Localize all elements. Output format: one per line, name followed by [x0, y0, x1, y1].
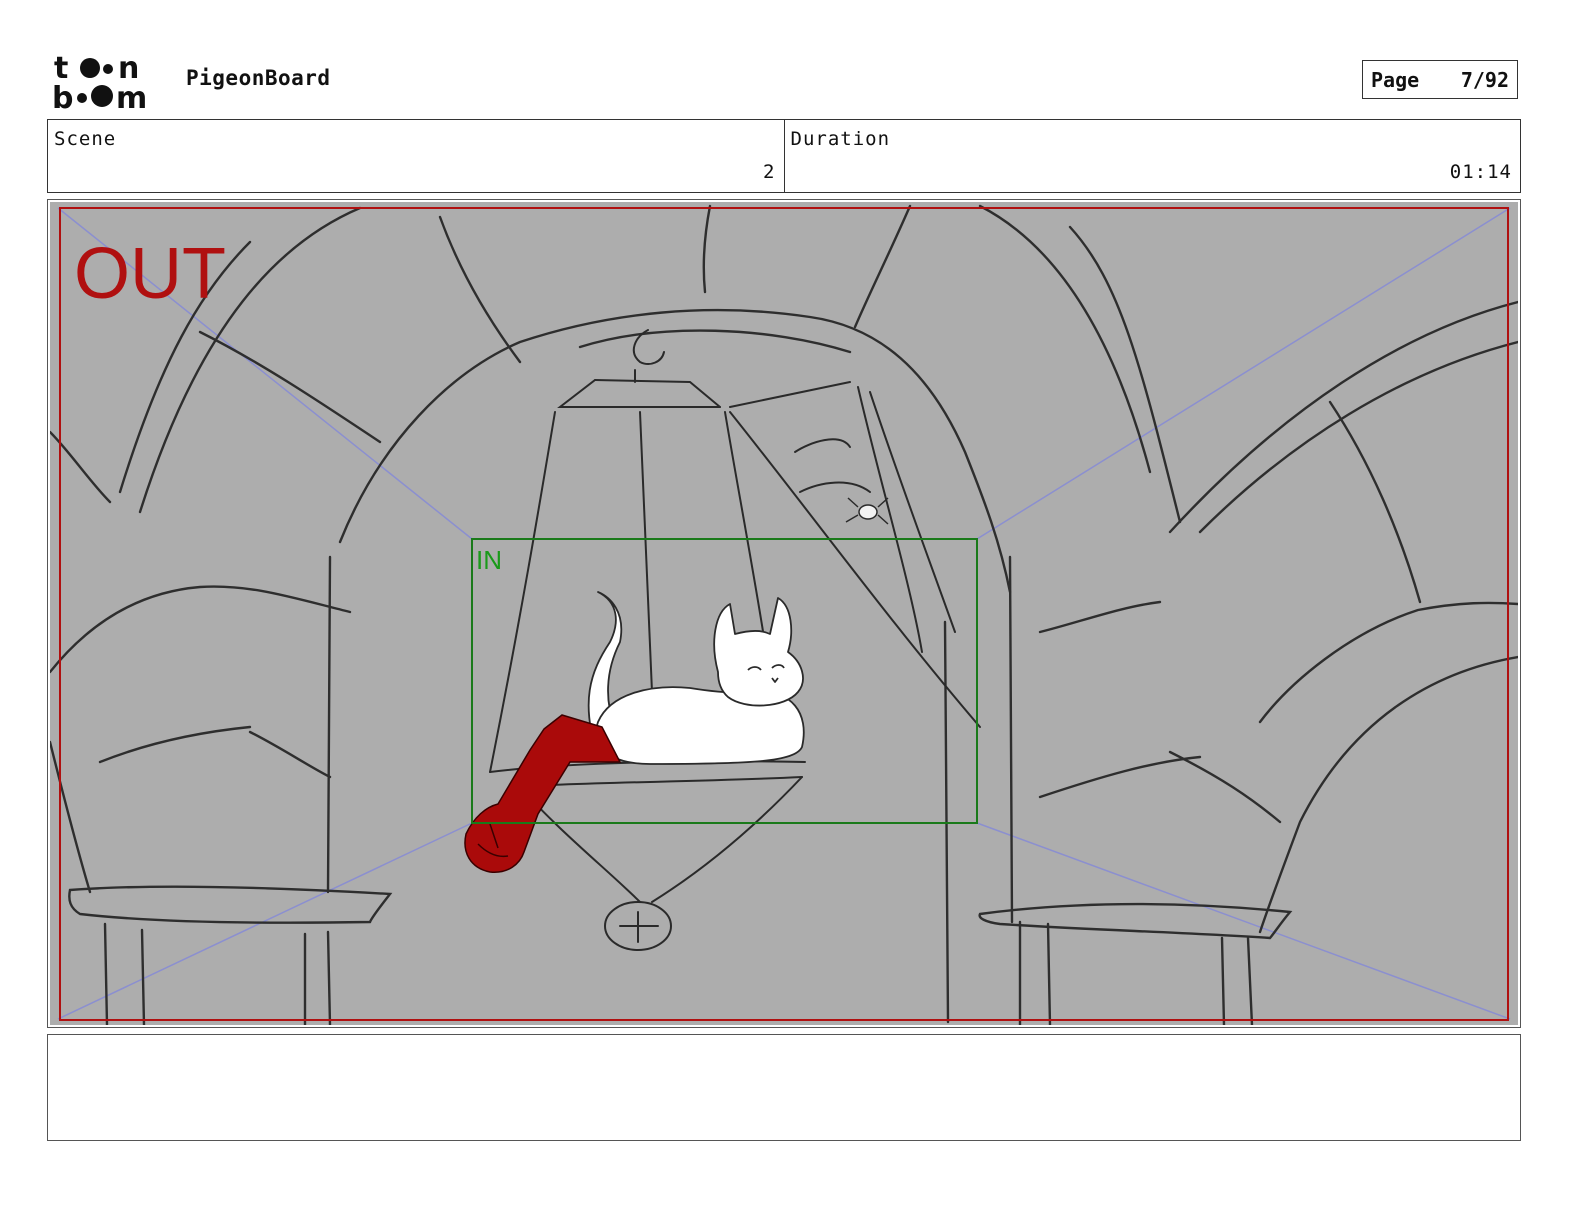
panel-drawing: OUT IN [50, 202, 1518, 1025]
app-title: PigeonBoard [186, 66, 331, 90]
scene-value: 2 [763, 161, 776, 183]
storyboard-panel[interactable]: OUT IN [47, 199, 1521, 1028]
duration-label: Duration [790, 128, 891, 150]
page-label: Page [1371, 67, 1420, 92]
duration-cell: Duration 01:14 [783, 120, 1521, 192]
toonboom-logo: t n b m [52, 50, 164, 116]
page-indicator: Page 7/92 [1362, 60, 1518, 99]
out-label: OUT [74, 234, 226, 314]
in-label: IN [476, 545, 502, 575]
scene-info-row: Scene 2 Duration 01:14 [47, 119, 1521, 193]
page-number: 7/92 [1460, 67, 1509, 92]
scene-cell: Scene 2 [48, 120, 784, 192]
scene-label: Scene [54, 128, 117, 150]
svg-text:b: b [52, 81, 73, 112]
duration-value: 01:14 [1449, 161, 1512, 183]
dialogue-notes-box[interactable] [47, 1034, 1521, 1141]
svg-text:m: m [116, 81, 147, 112]
